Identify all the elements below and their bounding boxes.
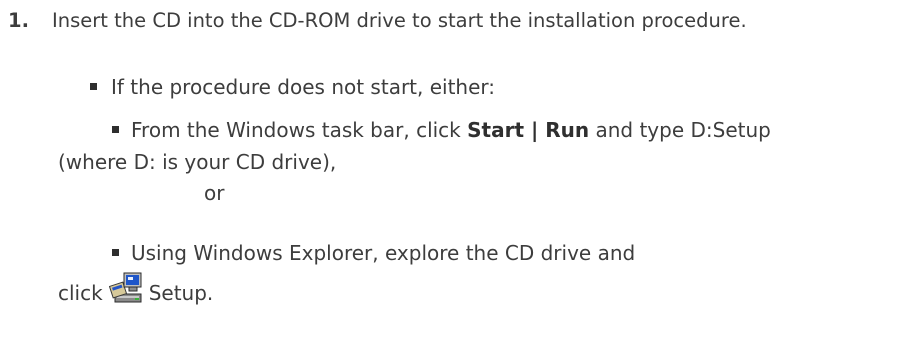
option-2-line-2: click Setup. — [58, 270, 213, 308]
option-2-line-1: Using Windows Explorer, explore the CD d… — [112, 238, 635, 268]
option-1-line-2: (where D: is your CD drive), — [58, 147, 336, 177]
option-1-suffix: and type D:Setup — [589, 118, 771, 142]
square-bullet-icon — [90, 83, 97, 90]
instruction-document: 1. Insert the CD into the CD-ROM drive to… — [0, 0, 906, 339]
start-run-command: Start | Run — [467, 118, 590, 142]
option-1-prefix: From the Windows task bar, click — [131, 118, 468, 142]
setup-computer-icon — [108, 270, 145, 306]
option-2-text: Using Windows Explorer, explore the CD d… — [131, 241, 636, 265]
step-number: 1. — [8, 9, 29, 32]
intro-text: If the procedure does not start, either: — [111, 75, 496, 99]
sub-bullet-intro: If the procedure does not start, either: — [90, 72, 495, 102]
square-bullet-icon — [112, 126, 119, 133]
step-1: 1. Insert the CD into the CD-ROM drive to… — [8, 6, 747, 36]
step-text: Insert the CD into the CD-ROM drive to s… — [52, 9, 747, 32]
option-1-wrap: (where D: is your CD drive), — [58, 150, 337, 174]
square-bullet-icon — [112, 249, 119, 256]
setup-label: Setup. — [148, 281, 214, 305]
option-1-line-1: From the Windows task bar, click Start |… — [112, 115, 771, 145]
click-text: click — [58, 281, 103, 305]
or-separator: or — [204, 181, 225, 205]
